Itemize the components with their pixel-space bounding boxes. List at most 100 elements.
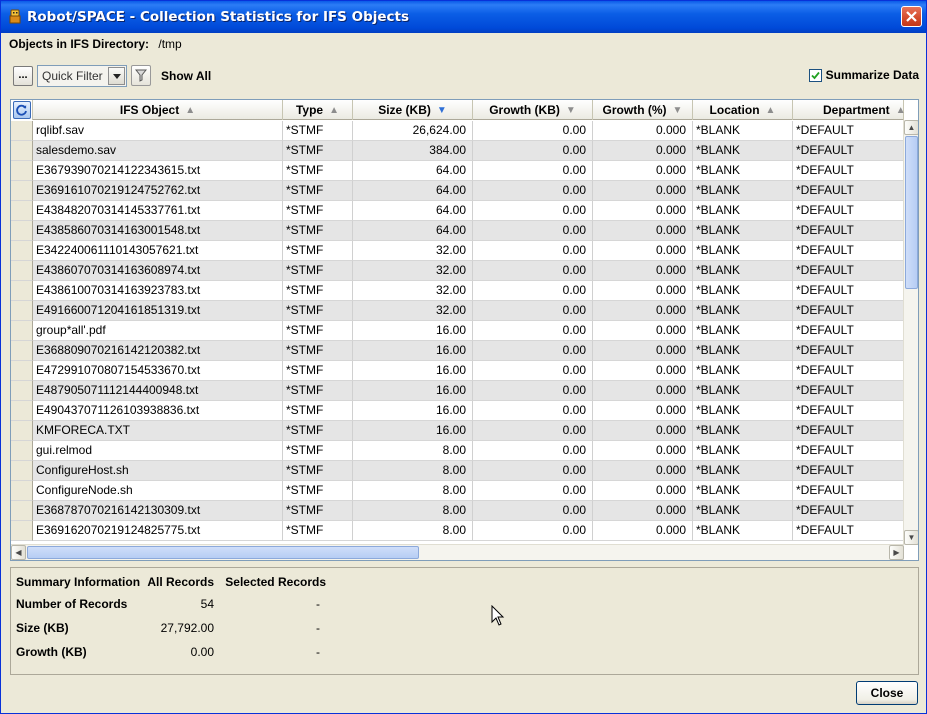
cell-department[interactable]: *DEFAULT	[793, 301, 904, 321]
summarize-data-option[interactable]: Summarize Data	[808, 68, 919, 82]
cell-growth-pct[interactable]: 0.000	[593, 321, 693, 341]
cell-growth-kb[interactable]: 0.00	[473, 241, 593, 261]
cell-growth-kb[interactable]: 0.00	[473, 401, 593, 421]
cell-size[interactable]: 64.00	[353, 161, 473, 181]
refresh-icon[interactable]	[12, 101, 31, 119]
cell-type[interactable]: *STMF	[283, 521, 353, 541]
cell-location[interactable]: *BLANK	[693, 201, 793, 221]
cell-growth-kb[interactable]: 0.00	[473, 181, 593, 201]
cell-location[interactable]: *BLANK	[693, 241, 793, 261]
row-header[interactable]	[11, 241, 33, 261]
cell-growth-pct[interactable]: 0.000	[593, 501, 693, 521]
row-header[interactable]	[11, 221, 33, 241]
cell-location[interactable]: *BLANK	[693, 521, 793, 541]
show-all-link[interactable]: Show All	[161, 69, 211, 83]
row-header[interactable]	[11, 521, 33, 541]
cell-size[interactable]: 64.00	[353, 201, 473, 221]
horizontal-scrollbar[interactable]: ◀ ▶	[11, 544, 904, 560]
table-row[interactable]: E438610070314163923783.txt *STMF 32.00 0.00…	[11, 281, 904, 301]
table-row[interactable]: E368809070216142120382.txt *STMF 16.00 0.00…	[11, 341, 904, 361]
cell-ifs-object[interactable]: E472991070807154533670.txt	[33, 361, 283, 381]
cell-size[interactable]: 16.00	[353, 381, 473, 401]
horizontal-scroll-thumb[interactable]	[27, 546, 419, 559]
cell-department[interactable]: *DEFAULT	[793, 381, 904, 401]
table-row[interactable]: E369161070219124752762.txt *STMF 64.00 0.00…	[11, 181, 904, 201]
cell-location[interactable]: *BLANK	[693, 181, 793, 201]
table-row[interactable]: E487905071112144400948.txt *STMF 16.00 0.00…	[11, 381, 904, 401]
column-header-ifs-object[interactable]: IFS Object ▲	[33, 100, 283, 120]
cell-growth-pct[interactable]: 0.000	[593, 241, 693, 261]
row-header[interactable]	[11, 141, 33, 161]
cell-department[interactable]: *DEFAULT	[793, 141, 904, 161]
row-header[interactable]	[11, 301, 33, 321]
scroll-up-button[interactable]: ▲	[904, 120, 918, 135]
cell-ifs-object[interactable]: E491660071204161851319.txt	[33, 301, 283, 321]
cell-growth-kb[interactable]: 0.00	[473, 441, 593, 461]
cell-location[interactable]: *BLANK	[693, 501, 793, 521]
cell-growth-pct[interactable]: 0.000	[593, 141, 693, 161]
cell-growth-pct[interactable]: 0.000	[593, 361, 693, 381]
cell-growth-pct[interactable]: 0.000	[593, 301, 693, 321]
cell-growth-kb[interactable]: 0.00	[473, 421, 593, 441]
cell-location[interactable]: *BLANK	[693, 401, 793, 421]
column-header-growth-kb[interactable]: Growth (KB) ▼	[473, 100, 593, 120]
cell-growth-kb[interactable]: 0.00	[473, 381, 593, 401]
cell-size[interactable]: 64.00	[353, 181, 473, 201]
cell-ifs-object[interactable]: E367939070214122343615.txt	[33, 161, 283, 181]
cell-size[interactable]: 16.00	[353, 321, 473, 341]
cell-ifs-object[interactable]: E438482070314145337761.txt	[33, 201, 283, 221]
cell-department[interactable]: *DEFAULT	[793, 221, 904, 241]
cell-type[interactable]: *STMF	[283, 121, 353, 141]
cell-size[interactable]: 64.00	[353, 221, 473, 241]
cell-department[interactable]: *DEFAULT	[793, 241, 904, 261]
title-bar[interactable]: Robot/SPACE - Collection Statistics for …	[1, 1, 926, 33]
cell-growth-kb[interactable]: 0.00	[473, 201, 593, 221]
cell-type[interactable]: *STMF	[283, 301, 353, 321]
row-header[interactable]	[11, 261, 33, 281]
row-header[interactable]	[11, 421, 33, 441]
cell-department[interactable]: *DEFAULT	[793, 161, 904, 181]
cell-growth-kb[interactable]: 0.00	[473, 321, 593, 341]
cell-growth-pct[interactable]: 0.000	[593, 121, 693, 141]
row-header[interactable]	[11, 181, 33, 201]
cell-growth-kb[interactable]: 0.00	[473, 221, 593, 241]
table-row[interactable]: ConfigureHost.sh *STMF 8.00 0.00 0.000 *BLANK…	[11, 461, 904, 481]
cell-growth-kb[interactable]: 0.00	[473, 281, 593, 301]
cell-size[interactable]: 32.00	[353, 301, 473, 321]
cell-ifs-object[interactable]: E368787070216142130309.txt	[33, 501, 283, 521]
table-row[interactable]: E491660071204161851319.txt *STMF 32.00 0.00…	[11, 301, 904, 321]
cell-size[interactable]: 8.00	[353, 461, 473, 481]
row-header[interactable]	[11, 281, 33, 301]
cell-ifs-object[interactable]: E342240061110143057621.txt	[33, 241, 283, 261]
cell-department[interactable]: *DEFAULT	[793, 121, 904, 141]
cell-type[interactable]: *STMF	[283, 261, 353, 281]
cell-growth-pct[interactable]: 0.000	[593, 421, 693, 441]
cell-department[interactable]: *DEFAULT	[793, 421, 904, 441]
cell-ifs-object[interactable]: E438607070314163608974.txt	[33, 261, 283, 281]
cell-department[interactable]: *DEFAULT	[793, 401, 904, 421]
cell-location[interactable]: *BLANK	[693, 321, 793, 341]
cell-type[interactable]: *STMF	[283, 241, 353, 261]
cell-department[interactable]: *DEFAULT	[793, 181, 904, 201]
cell-department[interactable]: *DEFAULT	[793, 361, 904, 381]
cell-size[interactable]: 384.00	[353, 141, 473, 161]
options-button[interactable]: ...	[13, 66, 33, 86]
cell-growth-pct[interactable]: 0.000	[593, 181, 693, 201]
table-row[interactable]: gui.relmod *STMF 8.00 0.00 0.000 *BLANK *DEFAU…	[11, 441, 904, 461]
cell-location[interactable]: *BLANK	[693, 441, 793, 461]
cell-growth-pct[interactable]: 0.000	[593, 481, 693, 501]
cell-growth-kb[interactable]: 0.00	[473, 361, 593, 381]
close-button[interactable]: Close	[856, 681, 918, 705]
cell-growth-pct[interactable]: 0.000	[593, 381, 693, 401]
row-header[interactable]	[11, 401, 33, 421]
cell-type[interactable]: *STMF	[283, 501, 353, 521]
column-header-growth-pct[interactable]: Growth (%) ▼	[593, 100, 693, 120]
cell-size[interactable]: 26,624.00	[353, 121, 473, 141]
table-row[interactable]: E472991070807154533670.txt *STMF 16.00 0.00…	[11, 361, 904, 381]
cell-location[interactable]: *BLANK	[693, 221, 793, 241]
cell-location[interactable]: *BLANK	[693, 341, 793, 361]
scroll-down-button[interactable]: ▼	[904, 530, 918, 545]
table-row[interactable]: E342240061110143057621.txt *STMF 32.00 0.00…	[11, 241, 904, 261]
cell-growth-kb[interactable]: 0.00	[473, 501, 593, 521]
table-row[interactable]: E367939070214122343615.txt *STMF 64.00 0.00…	[11, 161, 904, 181]
